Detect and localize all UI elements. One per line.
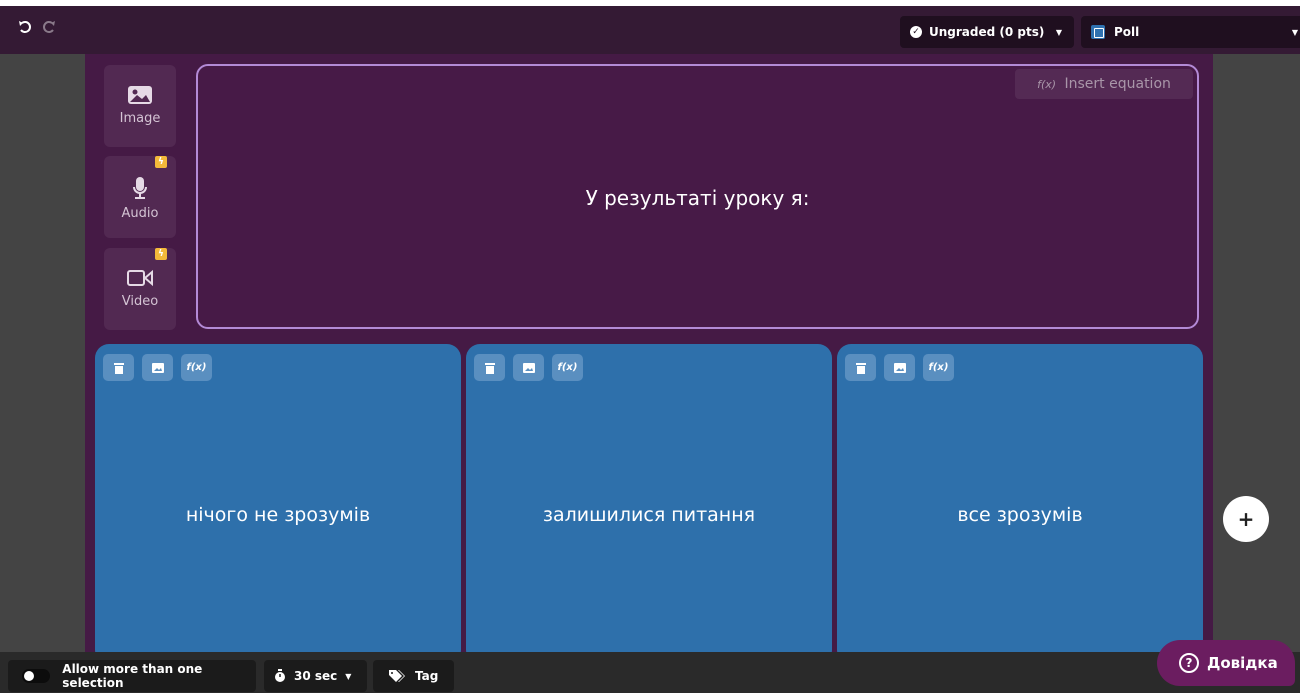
- multi-select-toggle[interactable]: Allow more than one selection: [8, 660, 256, 692]
- delete-option-button[interactable]: [474, 354, 505, 381]
- undo-icon[interactable]: [14, 18, 36, 40]
- premium-bolt-icon: ϟ: [155, 156, 167, 168]
- timer-dropdown[interactable]: 30 sec ▼: [264, 660, 367, 692]
- option-toolbar: f(x): [845, 354, 954, 381]
- option-toolbar: f(x): [474, 354, 583, 381]
- tag-button[interactable]: Tag: [373, 660, 454, 692]
- option-image-button[interactable]: [142, 354, 173, 381]
- undo-icon-svg: [19, 21, 31, 33]
- redo-icon[interactable]: [38, 18, 60, 40]
- video-label: Video: [121, 294, 159, 309]
- image-icon: [522, 362, 535, 373]
- question-type-dropdown[interactable]: Poll ▼: [1081, 16, 1300, 48]
- answer-option-1[interactable]: f(x) нічого не зрозумів: [95, 344, 461, 664]
- insert-equation-button[interactable]: f(x) Insert equation: [1015, 69, 1193, 99]
- question-text: У результаті уроку я:: [585, 186, 810, 210]
- caret-down-icon: ▼: [1291, 28, 1298, 37]
- help-button[interactable]: ? Довідка: [1157, 640, 1295, 686]
- add-video-button[interactable]: ϟ Video: [104, 248, 176, 330]
- insert-equation-label: Insert equation: [1064, 76, 1171, 92]
- multi-select-label: Allow more than one selection: [62, 662, 203, 690]
- option-toolbar: f(x): [103, 354, 212, 381]
- question-editor: Image ϟ Audio ϟ Video f(x) Insert equati…: [85, 54, 1213, 664]
- trash-icon: [855, 362, 866, 374]
- microphone-icon: [133, 177, 147, 199]
- toggle-switch[interactable]: [22, 669, 51, 683]
- option-equation-button[interactable]: f(x): [923, 354, 954, 381]
- premium-bolt-icon: ϟ: [155, 248, 167, 260]
- trash-icon: [484, 362, 495, 374]
- audio-label: Audio: [121, 206, 159, 221]
- image-label: Image: [119, 111, 161, 126]
- option-image-button[interactable]: [513, 354, 544, 381]
- image-icon: [128, 86, 152, 104]
- image-icon: [893, 362, 906, 373]
- poll-icon: [1091, 25, 1105, 39]
- question-type-label: Poll: [1114, 25, 1140, 39]
- add-audio-button[interactable]: ϟ Audio: [104, 156, 176, 238]
- editor-window: ✓ Ungraded (0 pts) ▼ Poll ▼ Image ϟ Audi…: [0, 6, 1300, 693]
- check-circle-icon: ✓: [910, 26, 922, 38]
- add-image-button[interactable]: Image: [104, 65, 176, 147]
- question-text-area[interactable]: f(x) Insert equation У результаті уроку …: [196, 64, 1199, 329]
- option-text: нічого не зрозумів: [185, 504, 371, 526]
- answer-option-2[interactable]: f(x) залишилися питання: [466, 344, 832, 664]
- timer-label: 30 sec: [294, 669, 338, 683]
- option-image-button[interactable]: [884, 354, 915, 381]
- image-icon: [151, 362, 164, 373]
- redo-icon-svg: [43, 21, 55, 33]
- help-circle-icon: ?: [1179, 653, 1199, 673]
- delete-option-button[interactable]: [845, 354, 876, 381]
- tag-label: Tag: [415, 669, 439, 683]
- video-camera-icon: [127, 269, 153, 287]
- caret-down-icon: ▼: [1055, 28, 1062, 37]
- delete-option-button[interactable]: [103, 354, 134, 381]
- equation-icon: f(x): [1037, 78, 1057, 91]
- option-text: все зрозумів: [957, 504, 1083, 526]
- grading-label: Ungraded (0 pts): [929, 25, 1045, 39]
- add-option-button[interactable]: +: [1223, 496, 1269, 542]
- bottom-toolbar: Allow more than one selection 30 sec ▼ T…: [0, 652, 1300, 693]
- option-equation-button[interactable]: f(x): [552, 354, 583, 381]
- stopwatch-icon: [275, 669, 285, 682]
- option-equation-button[interactable]: f(x): [181, 354, 212, 381]
- answer-option-3[interactable]: f(x) все зрозумів: [837, 344, 1203, 664]
- tag-icon: [389, 670, 405, 682]
- top-toolbar: ✓ Ungraded (0 pts) ▼ Poll ▼: [0, 6, 1300, 54]
- caret-down-icon: ▼: [345, 671, 352, 681]
- grading-dropdown[interactable]: ✓ Ungraded (0 pts) ▼: [900, 16, 1074, 48]
- trash-icon: [113, 362, 124, 374]
- help-label: Довідка: [1207, 654, 1278, 672]
- option-text: залишилися питання: [542, 504, 756, 526]
